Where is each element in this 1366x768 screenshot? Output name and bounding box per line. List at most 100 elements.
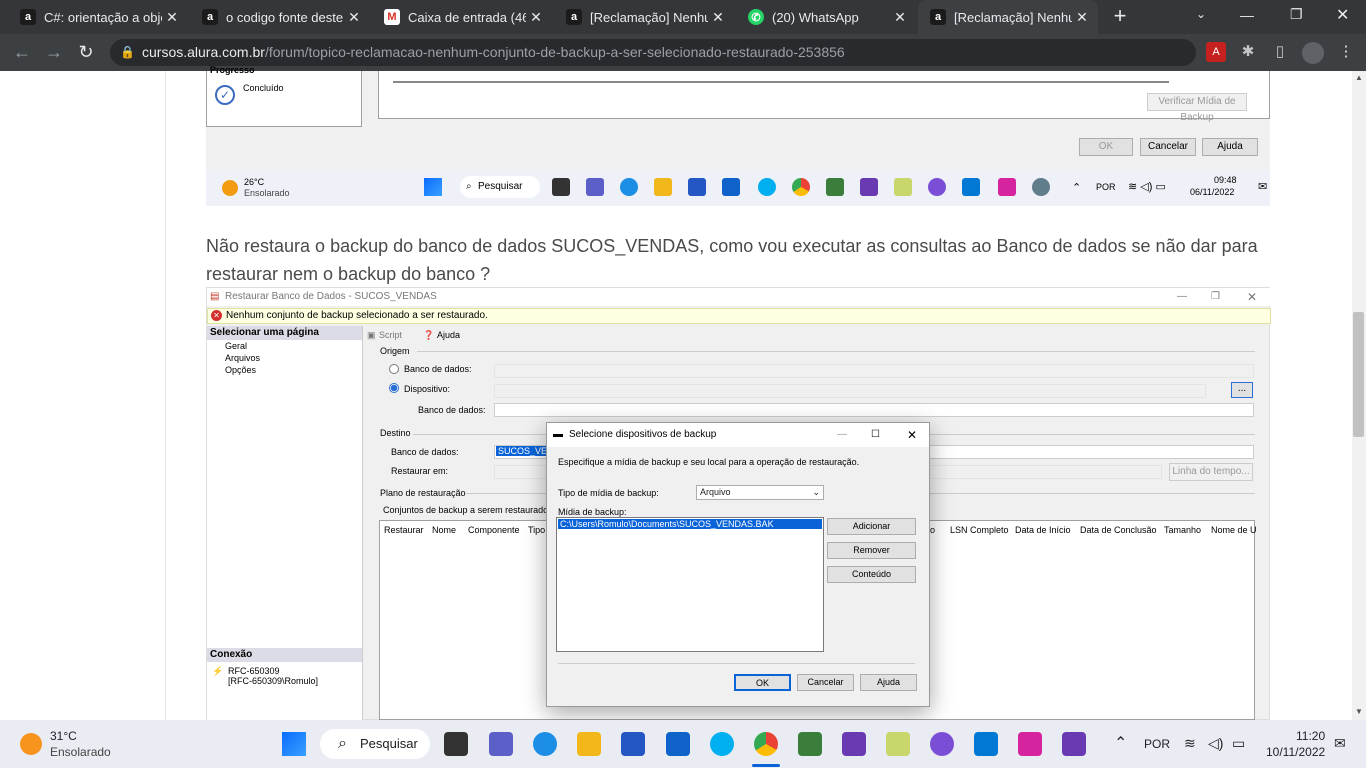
minimize-icon: — bbox=[1177, 291, 1187, 302]
minimize-icon: — bbox=[837, 429, 847, 440]
notepad-icon bbox=[826, 178, 844, 196]
url-bar[interactable]: 🔒 cursos.alura.com.br/forum/topico-recla… bbox=[110, 39, 1196, 66]
edge-icon bbox=[620, 178, 638, 196]
cancel-button[interactable]: Cancelar bbox=[1140, 138, 1196, 156]
menu-icon[interactable]: ⋮ bbox=[1336, 42, 1356, 62]
verify-media-button[interactable]: Verificar Mídia de Backup bbox=[1147, 93, 1247, 123]
teams-icon[interactable] bbox=[489, 732, 513, 756]
browser-tab-active[interactable]: a [Reclamação] Nenhum ✕ bbox=[918, 0, 1098, 34]
settings-gear-icon bbox=[1032, 178, 1050, 196]
grid-panel bbox=[378, 71, 1270, 119]
browser-tab[interactable]: M Caixa de entrada (46.6 ✕ bbox=[372, 0, 552, 34]
language-indicator[interactable]: POR bbox=[1144, 737, 1170, 751]
tab-search-icon[interactable]: ⌄ bbox=[1196, 7, 1206, 21]
maximize-icon: ☐ bbox=[871, 429, 880, 440]
forward-icon[interactable]: → bbox=[42, 40, 66, 64]
ok-button[interactable]: OK bbox=[1079, 138, 1133, 156]
tray-chevron-icon[interactable]: ⌃ bbox=[1114, 733, 1127, 753]
mail-icon[interactable] bbox=[666, 732, 690, 756]
vscode-icon[interactable] bbox=[974, 732, 998, 756]
battery-icon[interactable]: ▭ bbox=[1232, 735, 1245, 752]
extensions-puzzle-icon[interactable]: ✱ bbox=[1238, 42, 1258, 62]
chrome-icon[interactable] bbox=[754, 732, 778, 756]
visual-studio-preview-icon[interactable] bbox=[1062, 732, 1086, 756]
script-icon: ▣ bbox=[367, 330, 376, 340]
close-tab-icon[interactable]: ✕ bbox=[708, 9, 728, 26]
new-tab-button[interactable]: + bbox=[1108, 4, 1132, 28]
add-button: Adicionar bbox=[827, 518, 916, 535]
edge-icon[interactable] bbox=[533, 732, 557, 756]
restore-icon: ❐ bbox=[1211, 291, 1220, 302]
profile-avatar[interactable] bbox=[1302, 42, 1324, 64]
reload-icon[interactable]: ↻ bbox=[74, 40, 98, 64]
close-icon: ✕ bbox=[1247, 290, 1258, 304]
skype-icon bbox=[758, 178, 776, 196]
media-type-select: Arquivo ⌄ bbox=[696, 485, 824, 500]
sun-icon bbox=[222, 180, 238, 196]
error-icon: ✕ bbox=[211, 310, 222, 321]
close-tab-icon[interactable]: ✕ bbox=[344, 9, 364, 26]
side-panel-icon[interactable]: ▯ bbox=[1270, 42, 1290, 62]
clock-date[interactable]: 10/11/2022 bbox=[1266, 745, 1325, 759]
volume-icon[interactable]: ◁) bbox=[1208, 735, 1223, 752]
close-tab-icon[interactable]: ✕ bbox=[1072, 9, 1092, 26]
scrollbar-thumb[interactable] bbox=[1353, 312, 1364, 437]
alura-icon: a bbox=[20, 9, 36, 25]
tray-chevron-icon: ⌃ bbox=[1072, 182, 1082, 194]
file-explorer-icon[interactable] bbox=[577, 732, 601, 756]
folder-icon bbox=[654, 178, 672, 196]
search-icon: ⌕ bbox=[338, 735, 347, 752]
app-icon[interactable] bbox=[930, 732, 954, 756]
chevron-down-icon: ⌄ bbox=[812, 487, 820, 497]
search-icon: ⌕ bbox=[466, 181, 472, 192]
device-icon: ▬ bbox=[553, 429, 563, 440]
url-path: /forum/topico-reclamacao-nenhum-conjunto… bbox=[264, 44, 845, 60]
lock-icon: 🔒 bbox=[120, 45, 135, 59]
visual-studio-icon[interactable] bbox=[842, 732, 866, 756]
weather-temp[interactable]: 31°C bbox=[50, 729, 77, 743]
clock-time[interactable]: 11:20 bbox=[1296, 729, 1325, 743]
ssms-icon[interactable] bbox=[886, 732, 910, 756]
close-tab-icon[interactable]: ✕ bbox=[526, 9, 546, 26]
skype-icon[interactable] bbox=[710, 732, 734, 756]
restore-icon[interactable]: ❐ bbox=[1290, 6, 1303, 23]
notepad-icon[interactable] bbox=[798, 732, 822, 756]
close-tab-icon[interactable]: ✕ bbox=[890, 9, 910, 26]
close-window-icon[interactable]: ✕ bbox=[1336, 5, 1349, 25]
help-button[interactable]: Ajuda bbox=[1202, 138, 1258, 156]
instagram-icon[interactable] bbox=[1018, 732, 1042, 756]
backup-device-dialog: ▬ Selecione dispositivos de backup — ☐ ✕… bbox=[546, 422, 930, 707]
whatsapp-icon: ✆ bbox=[748, 9, 764, 25]
app-icon bbox=[928, 178, 946, 196]
browser-tab[interactable]: a [Reclamação] Nenhum ✕ bbox=[554, 0, 734, 34]
scroll-down-icon[interactable]: ▼ bbox=[1355, 707, 1363, 716]
weather-desc[interactable]: Ensolarado bbox=[50, 745, 111, 759]
mail-icon bbox=[722, 178, 740, 196]
post-image-1: Progresso ✓ Concluído Verificar Mídia de… bbox=[206, 65, 1270, 206]
media-list-item: C:\Users\Romulo\Documents\SUCOS_VENDAS.B… bbox=[558, 519, 822, 529]
scroll-up-icon[interactable]: ▲ bbox=[1355, 73, 1363, 82]
page-files: Arquivos bbox=[225, 353, 261, 363]
minimize-icon[interactable]: — bbox=[1240, 7, 1254, 23]
tab-strip: a C#: orientação a objet ✕ a o codigo fo… bbox=[0, 0, 1366, 34]
windows-start-icon bbox=[424, 178, 442, 196]
task-view-icon[interactable] bbox=[444, 732, 468, 756]
sun-icon[interactable] bbox=[20, 733, 42, 755]
check-icon: ✓ bbox=[215, 85, 235, 105]
pdf-extension-icon[interactable]: A bbox=[1206, 42, 1226, 62]
browser-tab[interactable]: a C#: orientação a objet ✕ bbox=[8, 0, 188, 34]
windows-start-icon[interactable] bbox=[282, 732, 306, 756]
browser-tab[interactable]: a o codigo fonte deste a ✕ bbox=[190, 0, 370, 34]
alura-icon: a bbox=[930, 9, 946, 25]
chrome-icon bbox=[792, 178, 810, 196]
notification-icon[interactable]: ✉ bbox=[1334, 735, 1346, 752]
microsoft-store-icon[interactable] bbox=[621, 732, 645, 756]
back-icon[interactable]: ← bbox=[10, 40, 34, 64]
select-page-panel: Selecionar uma página Geral Arquivos Opç… bbox=[207, 326, 363, 721]
vscode-icon bbox=[962, 178, 980, 196]
wifi-icon[interactable]: ≋ bbox=[1184, 735, 1196, 752]
dialog-title: ▬ Selecione dispositivos de backup — ☐ ✕ bbox=[547, 423, 929, 447]
taskbar-search-box[interactable]: ⌕ Pesquisar bbox=[320, 729, 430, 759]
browser-tab[interactable]: ✆ (20) WhatsApp ✕ bbox=[736, 0, 916, 34]
close-tab-icon[interactable]: ✕ bbox=[162, 9, 182, 26]
